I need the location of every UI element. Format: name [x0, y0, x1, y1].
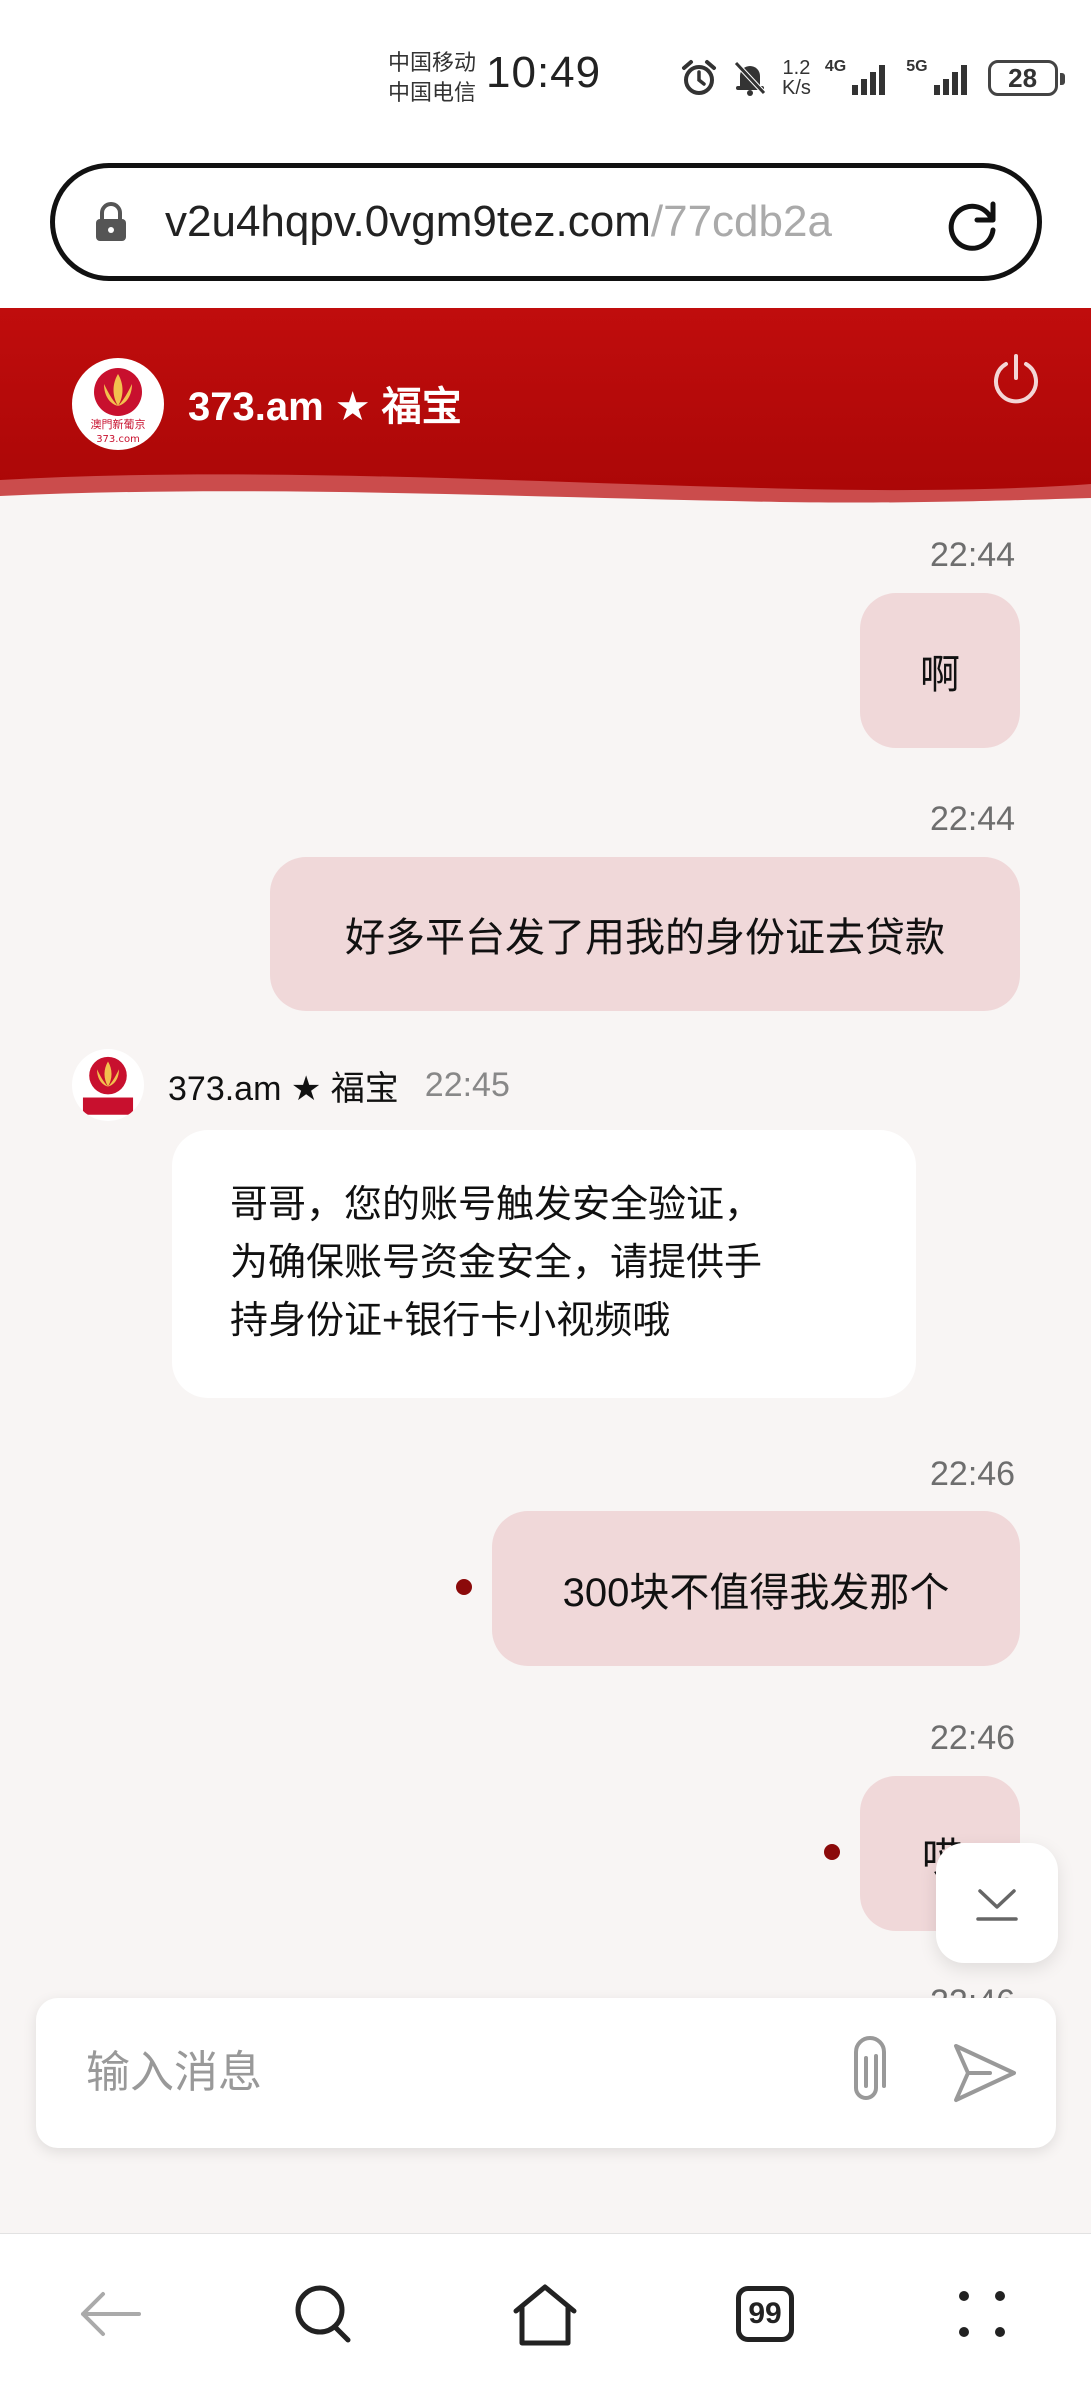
- status-bar: 中国移动 中国电信 10:49 1.2 K/s 4G 5G 28: [0, 0, 1091, 150]
- carrier-2: 中国电信: [388, 80, 477, 105]
- message-time: 22:46: [930, 1719, 1016, 1757]
- message-time: 22:46: [930, 1455, 1016, 1493]
- address-bar[interactable]: v2u4hqpv.0vgm9tez.com/77cdb2a: [50, 163, 1042, 281]
- sim1-network-type: 4G: [824, 58, 847, 75]
- sim2-network-type: 5G: [906, 58, 928, 75]
- carrier-1: 中国移动: [388, 50, 477, 75]
- tabs-count: 99: [736, 2286, 794, 2342]
- battery-icon: 28: [987, 60, 1065, 96]
- url-text[interactable]: v2u4hqpv.0vgm9tez.com/77cdb2a: [165, 197, 905, 247]
- chat-title: 373.am ★ 福宝: [188, 385, 462, 429]
- signal-icon: [933, 65, 967, 95]
- network-speed: 1.2 K/s: [782, 58, 811, 98]
- message-composer: [36, 1998, 1056, 2148]
- back-button[interactable]: [70, 2274, 150, 2354]
- chevron-down-icon: [976, 1889, 1018, 1921]
- avatar: [72, 1049, 144, 1121]
- url-host: v2u4hqpv.0vgm9tez.com: [165, 197, 651, 246]
- tabs-button[interactable]: 99: [725, 2274, 805, 2354]
- menu-button[interactable]: [942, 2274, 1022, 2354]
- outgoing-message[interactable]: 啊: [860, 593, 1020, 748]
- home-icon: [513, 2284, 577, 2346]
- back-arrow-icon: [81, 2292, 141, 2336]
- paperclip-icon[interactable]: [836, 2036, 896, 2110]
- carrier-info: 中国移动 中国电信: [388, 48, 476, 108]
- message-input[interactable]: [86, 2038, 786, 2108]
- search-icon: [295, 2285, 351, 2343]
- signal-icon: [852, 65, 886, 95]
- power-icon[interactable]: [988, 350, 1044, 406]
- message-line: 为确保账号资金安全，请提供手: [230, 1242, 763, 1284]
- chat-messages[interactable]: 22:44 啊 22:44 好多平台发了用我的身份证去贷款 373.am ★ 福…: [0, 518, 1091, 2233]
- mute-icon: [734, 61, 766, 96]
- message-time: 22:44: [930, 536, 1016, 574]
- reload-icon[interactable]: [943, 196, 1001, 254]
- unread-dot: [824, 1844, 840, 1860]
- message-time: 22:44: [930, 800, 1016, 838]
- sender-name: 373.am ★ 福宝: [168, 1069, 399, 1108]
- battery-level: 28: [1008, 62, 1038, 93]
- logo-subtext: 373.com: [96, 434, 140, 445]
- casino-logo-icon: [73, 1050, 143, 1120]
- alarm-icon: [682, 60, 716, 95]
- sender-row: 373.am ★ 福宝 22:45: [72, 1049, 510, 1121]
- outgoing-message[interactable]: 好多平台发了用我的身份证去贷款: [270, 857, 1020, 1011]
- lock-icon: [96, 202, 126, 241]
- header-wave: [0, 474, 1091, 518]
- message-time: 22:45: [424, 1065, 510, 1104]
- outgoing-message[interactable]: 300块不值得我发那个: [492, 1511, 1020, 1666]
- chat-header: 澳門新葡京 373.com 373.am ★ 福宝: [0, 308, 1091, 518]
- logo-text: 澳門新葡京: [91, 417, 146, 431]
- status-time: 10:49: [486, 48, 602, 97]
- more-dots-icon: [959, 2291, 1005, 2337]
- incoming-message[interactable]: 哥哥，您的账号触发安全验证， 为确保账号资金安全，请提供手 持身份证+银行卡小视…: [172, 1130, 916, 1398]
- scroll-to-bottom-button[interactable]: [936, 1843, 1058, 1963]
- message-line: 持身份证+银行卡小视频哦: [230, 1300, 671, 1342]
- url-path: /77cdb2a: [650, 197, 832, 246]
- system-icons: 1.2 K/s 4G 5G 28: [680, 56, 1065, 100]
- network-speed-value: 1.2: [782, 57, 811, 79]
- search-button[interactable]: [284, 2274, 364, 2354]
- network-speed-unit: K/s: [782, 77, 811, 99]
- message-line: 哥哥，您的账号触发安全验证，: [230, 1184, 763, 1226]
- browser-nav-bar: 99: [0, 2233, 1091, 2400]
- home-button[interactable]: [505, 2274, 585, 2354]
- send-icon[interactable]: [950, 2040, 1020, 2106]
- unread-dot: [456, 1579, 472, 1595]
- casino-logo-icon: 澳門新葡京 373.com: [74, 360, 162, 448]
- avatar: 澳門新葡京 373.com: [72, 358, 164, 450]
